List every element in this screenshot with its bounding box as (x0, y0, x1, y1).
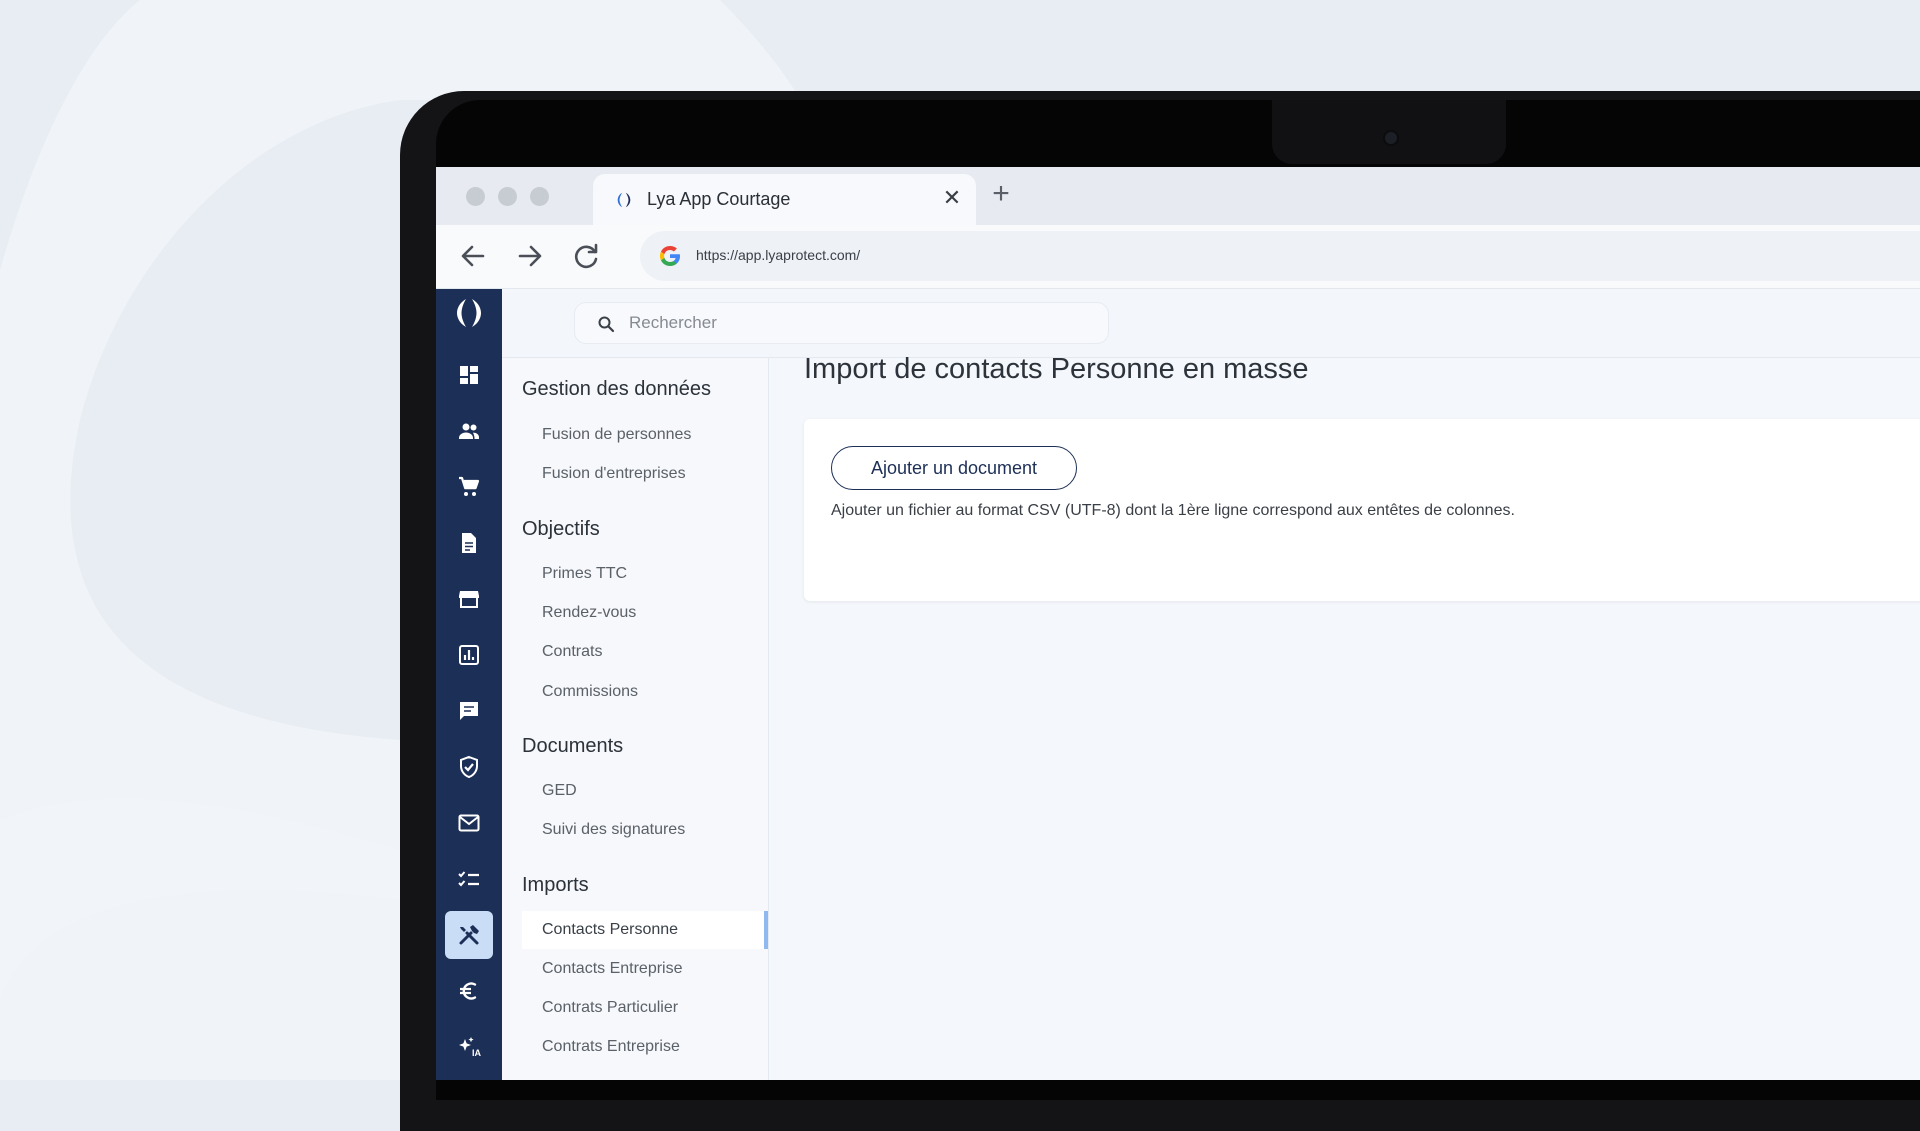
browser-window: Lya App Courtage ✕ + https://app.lyaprot… (436, 167, 1920, 1080)
window-minimize-dot[interactable] (498, 187, 517, 206)
document-icon[interactable] (445, 519, 493, 567)
sparkle-ia-icon[interactable]: IA (445, 1023, 493, 1071)
tools-icon[interactable] (445, 911, 493, 959)
store-icon[interactable] (445, 575, 493, 623)
add-document-button[interactable]: Ajouter un document (831, 446, 1077, 490)
import-card: Ajouter un document Ajouter un fichier a… (804, 419, 1920, 601)
dashboard-icon[interactable] (445, 351, 493, 399)
bar-chart-icon[interactable] (445, 631, 493, 679)
window-maximize-dot[interactable] (530, 187, 549, 206)
page-title: Import de contacts Personne en masse (804, 353, 1309, 385)
import-help-text: Ajouter un fichier au format CSV (UTF-8)… (831, 502, 1515, 519)
menu-item-contrats-particulier[interactable]: Contrats Particulier (522, 989, 768, 1027)
mail-icon[interactable] (445, 799, 493, 847)
app-topbar: Rechercher (502, 289, 1920, 358)
euro-icon[interactable] (445, 967, 493, 1015)
camera (1383, 130, 1399, 146)
search-placeholder: Rechercher (629, 313, 717, 332)
lya-logo-icon (457, 299, 481, 327)
lya-favicon-icon (617, 192, 631, 208)
app-logo[interactable] (436, 289, 502, 347)
search-input[interactable]: Rechercher (574, 302, 1109, 344)
menu-item-contrats-entreprise[interactable]: Contrats Entreprise (522, 1028, 768, 1066)
search-icon (598, 316, 615, 333)
menu-item-contacts-personne[interactable]: Contacts Personne (522, 911, 768, 949)
menu-item-primes-ttc[interactable]: Primes TTC (522, 555, 768, 593)
menu-item-contacts-entreprise[interactable]: Contacts Entreprise (522, 950, 768, 988)
app: IA Rechercher Gestion des données Fusion… (436, 289, 1920, 1080)
shield-check-icon[interactable] (445, 743, 493, 791)
menu-item-rendez-vous[interactable]: Rendez-vous (522, 594, 768, 632)
address-bar[interactable]: https://app.lyaprotect.com/ (640, 231, 1920, 281)
browser-toolbar: https://app.lyaprotect.com/ (436, 225, 1920, 289)
menu-item-contrats[interactable]: Contrats (522, 633, 768, 671)
menu-item-suivi-signatures[interactable]: Suivi des signatures (522, 811, 768, 849)
people-icon[interactable] (445, 407, 493, 455)
close-tab-icon[interactable]: ✕ (941, 185, 963, 211)
url-text: https://app.lyaprotect.com/ (696, 247, 861, 263)
cart-icon[interactable] (445, 463, 493, 511)
back-arrow-icon[interactable] (456, 239, 490, 273)
menu-item-fusion-entreprises[interactable]: Fusion d'entreprises (522, 455, 768, 493)
secondary-menu: Gestion des données Fusion de personnes … (502, 358, 769, 1080)
browser-tab[interactable]: Lya App Courtage ✕ (593, 174, 976, 225)
section-heading-documents: Documents (522, 735, 624, 757)
chat-icon[interactable] (445, 687, 493, 735)
google-icon (660, 246, 680, 266)
ia-label: IA (472, 1048, 482, 1058)
tab-bar: Lya App Courtage ✕ + (436, 167, 1920, 225)
section-heading-gestion: Gestion des données (522, 378, 712, 400)
icon-rail: IA (436, 289, 502, 1080)
new-tab-icon[interactable]: + (986, 179, 1016, 209)
section-heading-imports: Imports (522, 874, 589, 896)
forward-arrow-icon[interactable] (513, 239, 547, 273)
menu-item-commissions[interactable]: Commissions (522, 673, 768, 711)
menu-item-fusion-personnes[interactable]: Fusion de personnes (522, 416, 768, 454)
tab-title: Lya App Courtage (647, 189, 791, 209)
window-close-dot[interactable] (466, 187, 485, 206)
section-heading-objectifs: Objectifs (522, 518, 600, 540)
checklist-icon[interactable] (445, 855, 493, 903)
menu-item-ged[interactable]: GED (522, 772, 768, 810)
reload-icon[interactable] (570, 239, 604, 273)
